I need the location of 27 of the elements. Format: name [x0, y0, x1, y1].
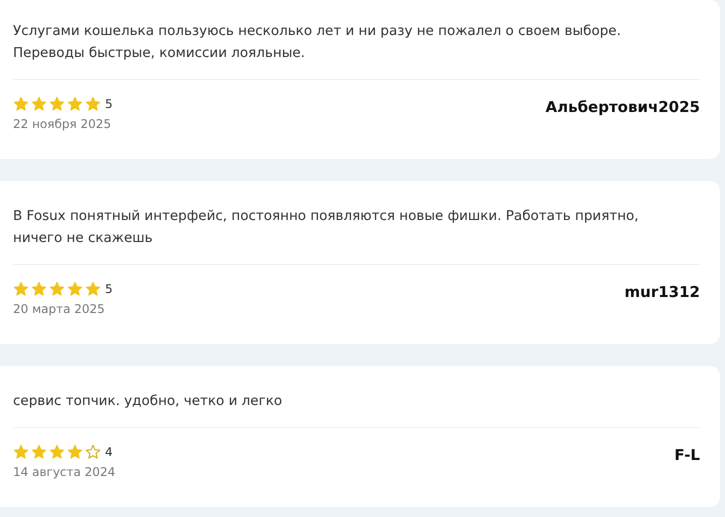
author-name: Альбертович2025	[545, 98, 700, 116]
empty-star-icon	[85, 444, 101, 460]
filled-star-icon	[67, 444, 83, 460]
author-name: F-L	[674, 446, 700, 464]
rating-value: 5	[105, 97, 113, 111]
review-text: Услугами кошелька пользуюсь несколько лет и ни разу не пожалел о своем выборе. Переводы быстрые, комиссии лояльные.	[13, 22, 622, 63]
review-text: сервис топчик. удобно, четко и легко	[13, 392, 284, 411]
filled-star-icon	[31, 444, 47, 460]
filled-star-icon	[49, 96, 65, 112]
filled-star-icon	[67, 96, 83, 112]
filled-star-icon	[13, 96, 29, 112]
review-date: 20 марта 2025	[13, 302, 106, 316]
filled-star-icon	[13, 281, 29, 297]
rating-value: 5	[105, 282, 113, 296]
filled-star-icon	[49, 281, 65, 297]
filled-star-icon	[13, 444, 29, 460]
rating-value: 4	[105, 445, 113, 459]
filled-star-icon	[31, 281, 47, 297]
review-date: 14 августа 2024	[13, 465, 116, 479]
author-name: mur1312	[624, 283, 700, 301]
filled-star-icon	[67, 281, 83, 297]
review-text: В Fosux понятный интерфейс, постоянно появляются новые фишки. Работать приятно, ничего не скажешь	[13, 207, 640, 248]
filled-star-icon	[85, 96, 101, 112]
filled-star-icon	[49, 444, 65, 460]
review-date: 22 ноября 2025	[13, 117, 112, 131]
filled-star-icon	[31, 96, 47, 112]
filled-star-icon	[85, 281, 101, 297]
